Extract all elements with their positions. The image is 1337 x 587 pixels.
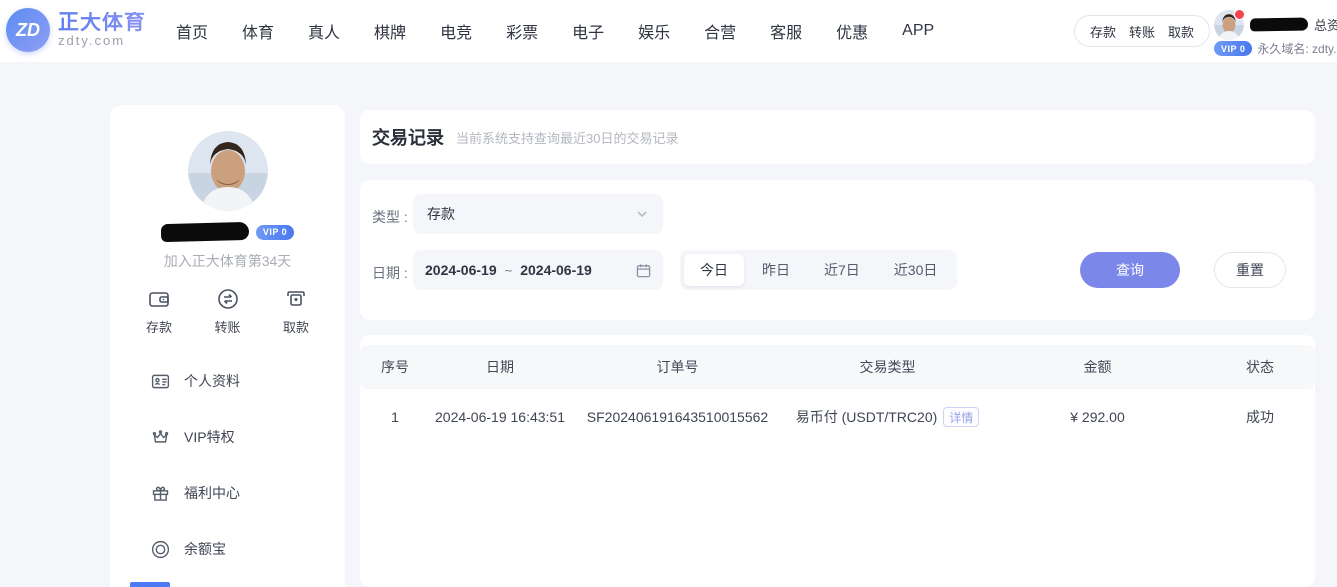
date-from-value: 2024-06-19 [425, 262, 497, 278]
brand-logo-icon: ZD [6, 8, 50, 52]
transactions-table-card: 序号 日期 订单号 交易类型 金额 状态 1 2024-06-19 16:43:… [360, 335, 1315, 587]
sidebar-item-yuebao[interactable]: 余额宝 [150, 521, 320, 577]
nav-item-home[interactable]: 首页 [176, 19, 208, 43]
notification-dot [1234, 9, 1245, 20]
sidebar-transfer-action[interactable]: 转账 [203, 287, 253, 336]
date-range-segmented-control: 今日 昨日 近7日 近30日 [680, 250, 957, 290]
nav-item-chess[interactable]: 棋牌 [374, 19, 406, 43]
yuebao-menu-label: 余额宝 [184, 539, 226, 559]
header-date: 日期 [430, 357, 570, 377]
sidebar-item-vip[interactable]: VIP特权 [150, 409, 320, 465]
date-filter-label: 日期 : [372, 263, 408, 283]
nav-item-promo[interactable]: 优惠 [836, 19, 868, 43]
cell-type: 易币付 (USDT/TRC20) 详情 [785, 407, 990, 427]
coin-icon [150, 539, 171, 560]
wallet-icon [147, 287, 171, 311]
calendar-icon[interactable] [636, 263, 651, 278]
search-button[interactable]: 查询 [1080, 252, 1180, 288]
nav-item-service[interactable]: 客服 [770, 19, 802, 43]
profile-avatar [188, 131, 268, 211]
brand-logo[interactable]: ZD 正大体育 zdty.com [6, 8, 146, 52]
sidebar-deposit-action[interactable]: 存款 [134, 287, 184, 336]
transaction-type-text: 易币付 (USDT/TRC20) [796, 407, 938, 427]
join-days-text: 加入正大体育第34天 [110, 251, 345, 271]
nav-item-lottery[interactable]: 彩票 [506, 19, 538, 43]
cell-amount: ¥ 292.00 [990, 409, 1205, 425]
welfare-menu-label: 福利中心 [184, 483, 240, 503]
topbar-transfer-button[interactable]: 转账 [1129, 22, 1155, 41]
cell-index: 1 [360, 409, 430, 425]
id-card-icon [150, 371, 171, 392]
brand-domain: zdty.com [58, 34, 146, 48]
type-select-value: 存款 [427, 204, 635, 224]
wallet-actions-pill: 存款 转账 取款 [1074, 15, 1210, 47]
sidebar-withdraw-action[interactable]: 取款 [271, 287, 321, 336]
gift-icon [150, 483, 171, 504]
crown-icon [150, 427, 171, 448]
brand-name: 正大体育 [58, 12, 146, 34]
total-assets-label: 总资 [1314, 15, 1337, 34]
topbar-deposit-button[interactable]: 存款 [1090, 22, 1116, 41]
range-yesterday-button[interactable]: 昨日 [746, 254, 806, 286]
main-nav-menu: 首页 体育 真人 棋牌 电竞 彩票 电子 娱乐 合营 客服 优惠 APP [176, 0, 934, 62]
nav-item-app[interactable]: APP [902, 22, 934, 40]
withdraw-label: 取款 [283, 317, 309, 336]
cell-status: 成功 [1205, 407, 1315, 427]
nav-item-sports[interactable]: 体育 [242, 19, 274, 43]
cell-order-no: SF202406191643510015562 [570, 409, 785, 425]
sidebar-next-item-peek[interactable] [130, 582, 170, 587]
page-header-card: 交易记录 当前系统支持查询最近30日的交易记录 [360, 110, 1315, 164]
reset-button[interactable]: 重置 [1214, 252, 1286, 288]
detail-link[interactable]: 详情 [943, 407, 979, 427]
quick-actions: 存款 转账 取款 [134, 287, 321, 336]
permanent-domain-note: 永久域名: zdty.c [1257, 40, 1337, 57]
nav-item-entertainment[interactable]: 娱乐 [638, 19, 670, 43]
range-last7-button[interactable]: 近7日 [808, 254, 876, 286]
username-redacted [1250, 17, 1308, 31]
header-amount: 金额 [990, 357, 1205, 377]
transfer-icon [216, 287, 240, 311]
page-subtitle: 当前系统支持查询最近30日的交易记录 [456, 128, 678, 147]
sidebar-menu: 个人资料 VIP特权 福利中心 余额宝 [150, 353, 320, 577]
cell-date: 2024-06-19 16:43:51 [430, 409, 570, 425]
chevron-down-icon [635, 207, 649, 221]
transfer-label: 转账 [214, 317, 240, 336]
date-range-input[interactable]: 2024-06-19 ~ 2024-06-19 [413, 250, 663, 290]
profile-vip-badge: VIP 0 [256, 225, 294, 240]
profile-username-redacted [161, 222, 249, 242]
sidebar-item-profile[interactable]: 个人资料 [150, 353, 320, 409]
vip-badge: VIP 0 [1214, 41, 1252, 56]
header-order-no: 订单号 [570, 357, 785, 377]
header-type: 交易类型 [785, 357, 990, 377]
topbar-withdraw-button[interactable]: 取款 [1168, 22, 1194, 41]
header-status: 状态 [1205, 357, 1315, 377]
vip-menu-label: VIP特权 [184, 427, 235, 447]
nav-item-affiliate[interactable]: 合营 [704, 19, 736, 43]
nav-item-esports[interactable]: 电竞 [440, 19, 472, 43]
nav-item-live[interactable]: 真人 [308, 19, 340, 43]
table-header-row: 序号 日期 订单号 交易类型 金额 状态 [360, 345, 1315, 389]
top-navigation-bar: ZD 正大体育 zdty.com 首页 体育 真人 棋牌 电竞 彩票 电子 娱乐… [0, 0, 1337, 62]
withdraw-icon [284, 287, 308, 311]
deposit-label: 存款 [146, 317, 172, 336]
date-to-value: 2024-06-19 [520, 262, 592, 278]
date-range-separator: ~ [505, 263, 513, 278]
range-last30-button[interactable]: 近30日 [878, 254, 954, 286]
range-today-button[interactable]: 今日 [684, 254, 744, 286]
sidebar-item-welfare[interactable]: 福利中心 [150, 465, 320, 521]
nav-item-slots[interactable]: 电子 [572, 19, 604, 43]
type-filter-label: 类型 : [372, 207, 408, 227]
table-row: 1 2024-06-19 16:43:51 SF2024061916435100… [360, 389, 1315, 445]
page-title: 交易记录 [372, 124, 444, 150]
filter-card: 类型 : 存款 日期 : 2024-06-19 ~ 2024-06-19 今日 … [360, 180, 1315, 320]
profile-menu-label: 个人资料 [184, 371, 240, 391]
user-avatar[interactable] [1214, 10, 1244, 40]
type-select[interactable]: 存款 [413, 194, 663, 234]
profile-sidebar: VIP 0 加入正大体育第34天 存款 转账 取款 [110, 105, 345, 587]
header-index: 序号 [360, 357, 430, 377]
user-info-box: 总资 VIP 0 永久域名: zdty.c [1214, 7, 1337, 57]
